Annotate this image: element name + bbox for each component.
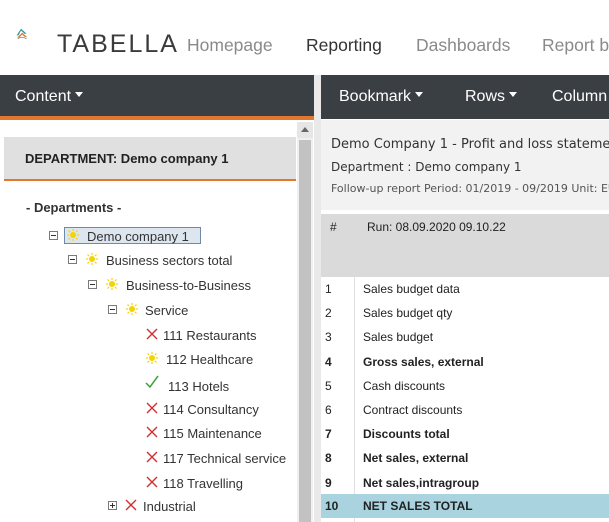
tree-node-business-sectors-total[interactable]: Business sectors total [106,253,232,268]
table-row[interactable]: 6 Contract discounts [321,398,609,422]
row-label: Sales budget qty [363,306,453,320]
collapse-toggle-icon[interactable] [49,231,58,240]
row-number: 7 [325,427,332,441]
row-label: Discounts total [363,427,450,441]
department-header: DEPARTMENT: Demo company 1 [4,137,296,181]
x-icon [146,451,158,463]
nav-homepage[interactable]: Homepage [187,35,273,56]
tree-node-industrial[interactable]: Industrial [143,499,196,514]
sun-icon [67,229,79,241]
row-number: 1 [325,282,332,296]
tree-root-label: - Departments - [26,200,122,215]
row-label: Cash discounts [363,379,446,393]
tree-node-114-consultancy[interactable]: 114 Consultancy [163,402,259,417]
tabella-logo [16,28,28,40]
logo-text: TABELLA [57,30,179,58]
scroll-thumb[interactable] [299,140,311,522]
report-title: Demo Company 1 - Profit and loss stateme [331,137,609,152]
sun-icon [146,352,158,364]
app-header: TABELLA Homepage Reporting Dashboards Re… [0,0,609,75]
columns-menu-button[interactable]: Column [552,88,607,106]
nav-dashboards[interactable]: Dashboards [416,35,510,56]
pane-divider[interactable] [314,75,321,522]
sun-icon [86,253,98,265]
nav-reporting[interactable]: Reporting [306,35,382,56]
report-department: Department : Demo company 1 [331,160,522,174]
column-header-number: # [330,220,337,234]
row-number: 8 [325,451,332,465]
content-menu-label: Content [15,88,72,105]
row-number: 2 [325,306,332,320]
row-number: 4 [325,355,332,369]
tree-node-117-technical-service[interactable]: 117 Technical service [163,451,286,466]
table-row[interactable]: 2 Sales budget qty [321,301,609,325]
x-icon [146,476,158,488]
report-followup-info: Follow-up report Period: 01/2019 - 09/20… [331,182,609,195]
table-row[interactable]: 4 Gross sales, external [321,350,609,374]
collapse-toggle-icon[interactable] [88,280,97,289]
tree-node-service[interactable]: Service [145,303,188,318]
bookmark-menu-button[interactable]: Bookmark [339,88,424,106]
row-label: Gross sales, external [363,355,484,369]
table-row[interactable]: 9 Net sales,intragroup [321,471,609,495]
check-icon [145,375,159,389]
row-number: 6 [325,403,332,417]
tree-node-112-healthcare[interactable]: 112 Healthcare [166,352,253,367]
table-row[interactable]: 7 Discounts total [321,422,609,446]
caret-down-icon [509,92,518,98]
tree-node-business-to-business[interactable]: Business-to-Business [126,278,251,293]
table-row[interactable]: 8 Net sales, external [321,446,609,470]
tree-node-111-restaurants[interactable]: 111 Restaurants [163,328,256,343]
tree-node-demo-company-1[interactable]: Demo company 1 [87,229,189,244]
column-header-run: Run: 08.09.2020 09.10.22 [367,220,506,234]
sun-icon [106,278,118,290]
sun-icon [126,303,138,315]
row-label: Contract discounts [363,403,463,417]
table-row[interactable]: 3 Sales budget [321,325,609,349]
row-number: 9 [325,476,332,490]
department-header-label: DEPARTMENT: Demo company 1 [25,151,229,166]
row-number: 3 [325,330,332,344]
rows-menu-label: Rows [465,88,506,105]
columns-menu-label: Column [552,88,608,105]
expand-toggle-icon[interactable] [108,501,117,510]
row-label: Net sales, external [363,451,469,465]
x-icon [146,402,158,414]
x-icon [146,426,158,438]
rows-menu-button[interactable]: Rows [465,88,518,106]
collapse-toggle-icon[interactable] [108,305,117,314]
left-toolbar-accent [0,116,314,120]
nav-report-builder[interactable]: Report b [542,35,609,56]
bookmark-menu-label: Bookmark [339,88,412,105]
content-menu-button[interactable]: Content [15,88,84,106]
tree-node-118-travelling[interactable]: 118 Travelling [163,476,243,491]
row-number: 10 [325,499,339,513]
tree-node-115-maintenance[interactable]: 115 Maintenance [163,426,262,441]
collapse-toggle-icon[interactable] [68,255,77,264]
caret-down-icon [415,92,424,98]
row-label: Sales budget data [363,282,460,296]
x-icon [125,499,137,511]
table-row[interactable]: 5 Cash discounts [321,374,609,398]
row-number: 5 [325,379,332,393]
row-label: Net sales,intragroup [363,476,480,490]
row-label: Sales budget [363,330,434,344]
tree-node-113-hotels[interactable]: 113 Hotels [168,379,229,394]
scroll-up-button[interactable] [297,122,313,138]
table-row-selected[interactable]: 10 NET SALES TOTAL [321,494,609,518]
x-icon [146,328,158,340]
row-label: NET SALES TOTAL [363,499,473,513]
caret-down-icon [75,92,84,98]
table-row[interactable]: 1 Sales budget data [321,277,609,301]
